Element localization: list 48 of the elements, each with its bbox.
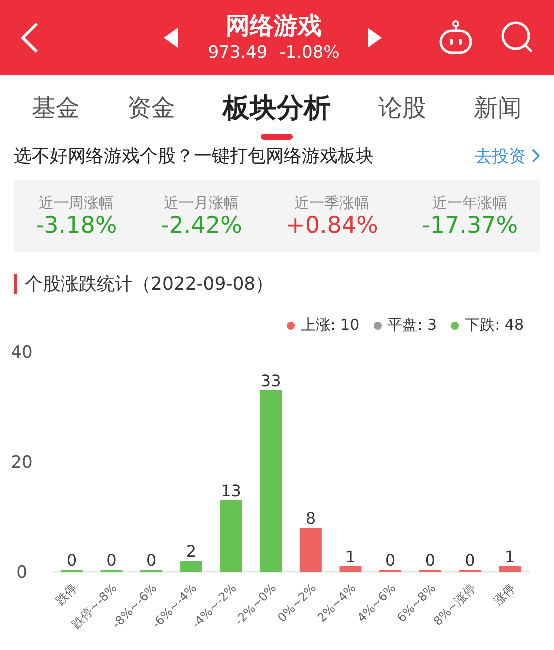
index-price: 973.49 xyxy=(208,42,268,64)
x-axis-label: 涨停 xyxy=(491,581,518,608)
y-tick-label: 40 xyxy=(11,343,33,363)
legend-label: 平盘: 3 xyxy=(388,316,438,335)
bar-value-label: 0 xyxy=(386,551,396,570)
stat-value: +0.84% xyxy=(286,212,378,238)
tab[interactable]: 板块分析 xyxy=(216,75,337,140)
bar xyxy=(340,566,362,572)
bar-value-label: 13 xyxy=(221,482,242,500)
y-tick-label: 20 xyxy=(11,453,33,473)
stat-label: 近一周涨幅 xyxy=(39,194,114,212)
y-tick-label: 0 xyxy=(16,563,28,583)
bar-value-label: 2 xyxy=(186,542,196,561)
x-axis-label: 跌停 xyxy=(53,581,80,608)
legend-label: 上涨: 10 xyxy=(300,316,360,335)
index-change: -1.08% xyxy=(280,42,340,64)
bar xyxy=(300,528,322,572)
bar xyxy=(499,566,522,572)
next-button[interactable] xyxy=(368,28,384,48)
stat-label: 近一季涨幅 xyxy=(294,194,370,212)
tab[interactable]: 资金 xyxy=(121,75,182,140)
bar xyxy=(180,561,202,572)
robot-icon[interactable] xyxy=(438,20,474,56)
bar-value-label: 0 xyxy=(425,551,436,570)
promo-text: 选不好网络游戏个股？一键打包网络游戏板块 xyxy=(14,145,374,168)
stat-value: -3.18% xyxy=(36,212,118,238)
bar-value-label: 8 xyxy=(306,509,316,528)
stat-value: -17.37% xyxy=(422,212,518,238)
bar-value-label: 0 xyxy=(465,551,476,570)
section-title: 个股涨跌统计（2022-09-08） xyxy=(25,273,274,296)
bar-value-label: 33 xyxy=(260,372,282,390)
bar-value-label: 0 xyxy=(66,551,77,570)
bar xyxy=(220,500,242,572)
stat-label: 近一年涨幅 xyxy=(432,194,508,212)
tab[interactable]: 基金 xyxy=(26,75,86,140)
stat-value: -2.42% xyxy=(160,212,242,238)
bar-value-label: 1 xyxy=(346,548,356,566)
bar-value-label: 1 xyxy=(505,548,516,566)
bar-value-label: 0 xyxy=(106,551,117,570)
bar-value-label: 0 xyxy=(146,551,157,570)
previous-button[interactable] xyxy=(164,28,180,48)
sector-title: 网络游戏 xyxy=(226,10,322,40)
legend-label: 下跌: 48 xyxy=(465,316,524,335)
tab[interactable]: 论股 xyxy=(372,75,433,140)
back-icon[interactable] xyxy=(20,22,40,54)
stat-label: 近一月涨幅 xyxy=(164,194,240,212)
tab[interactable]: 新闻 xyxy=(468,75,528,140)
chevron-right-icon xyxy=(532,149,540,163)
